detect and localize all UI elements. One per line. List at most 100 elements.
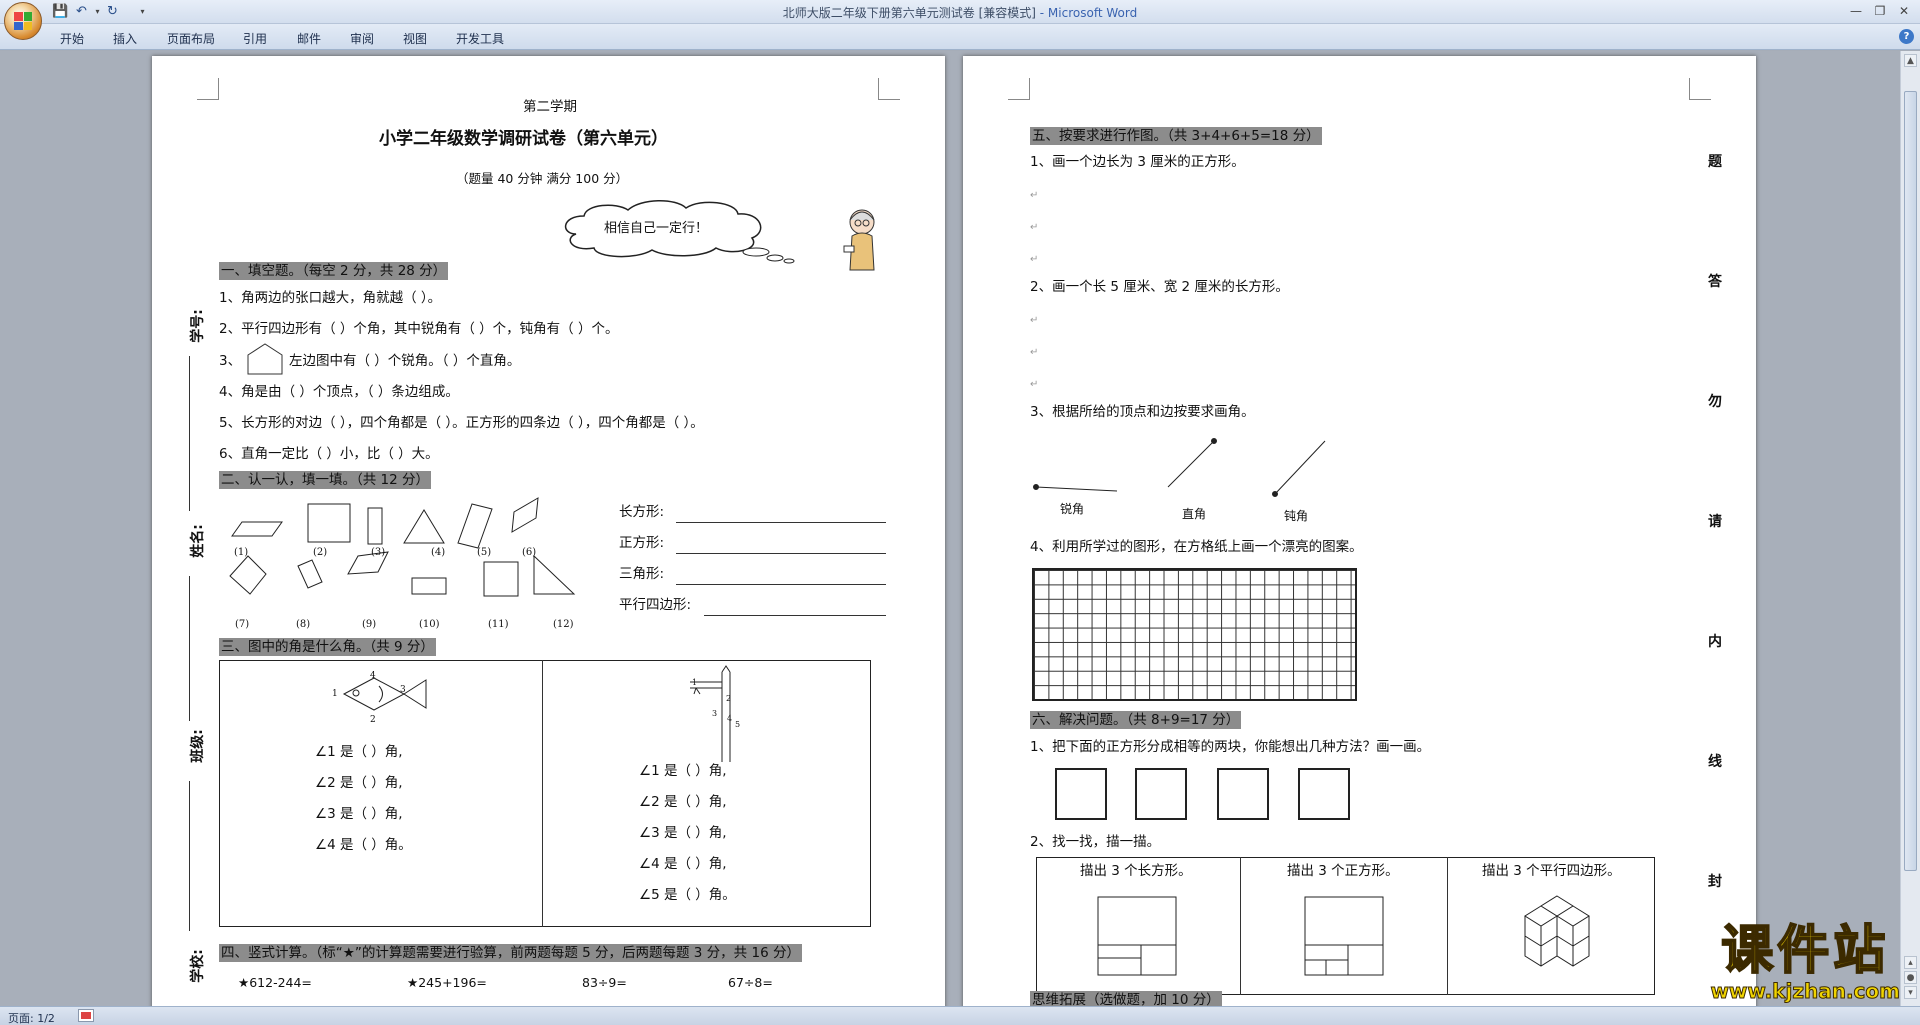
s1-question-3-text: 左边图中有（ ）个锐角。（ ）个直角。 (289, 353, 521, 369)
pole-num-3: 3 (712, 709, 718, 718)
s3-left-1: ∠1 是（ ）角, (315, 744, 403, 760)
paragraph-mark: ↵ (1030, 190, 1039, 201)
tab-home[interactable]: 开始 (60, 30, 84, 47)
tab-mailings[interactable]: 邮件 (297, 30, 321, 47)
squares-figure (1304, 896, 1384, 976)
square-4[interactable] (1298, 768, 1350, 820)
scroll-thumb[interactable] (1904, 91, 1917, 871)
shape-label-6: (6) (522, 547, 537, 558)
vertical-scrollbar[interactable]: ▲ ▴ ● ▾ (1900, 51, 1920, 1006)
shape-label-4: (4) (431, 547, 446, 558)
watermark-logo: 课件站 www.kjzhan.com (1710, 921, 1901, 1004)
fish-num-3: 3 (400, 685, 406, 695)
trace-table-divider (1447, 857, 1448, 995)
section-7-heading: 思维拓展（选做题，加 10 分） (1030, 991, 1222, 1006)
ribbon-tabs: 开始 插入 页面布局 引用 邮件 审阅 视图 开发工具 ? (0, 24, 1920, 50)
restore-icon[interactable]: ❐ (1868, 2, 1892, 20)
shape-label-1: (1) (234, 547, 249, 558)
page-title: 小学二年级数学调研试卷（第六单元） (379, 129, 668, 149)
window-title: 北师大版二年级下册第六单元测试卷 [兼容模式] - Microsoft Word (0, 4, 1920, 21)
scroll-up-icon[interactable]: ▲ (1904, 54, 1917, 67)
side-line (189, 576, 190, 721)
side-label-class: 班级: (189, 729, 206, 763)
watermark-text: 课件站 (1720, 921, 1890, 981)
page-count[interactable]: 页面: 1/2 (8, 1010, 55, 1025)
tab-review[interactable]: 审阅 (350, 30, 374, 47)
shape-label-11: (11) (488, 619, 509, 630)
next-page-icon[interactable]: ▾ (1904, 986, 1917, 999)
fill-triangle-line[interactable] (676, 584, 886, 585)
section-2-heading: 二、认一认，填一填。（共 12 分） (219, 471, 432, 489)
s1-question-6: 6、直角一定比（ ）小，比（ ）大。 (219, 446, 439, 462)
s1-question-1: 1、角两边的张口越大，角就越（ ）。 (219, 290, 442, 306)
select-browse-icon[interactable]: ● (1904, 971, 1917, 984)
crop-mark (197, 78, 219, 100)
exam-subtitle: （题量 40 分钟 满分 100 分） (456, 171, 629, 186)
crop-mark (878, 78, 900, 100)
crop-mark (1689, 78, 1711, 100)
paragraph-mark: ↵ (1030, 315, 1039, 326)
page-2[interactable]: 五、按要求进行作图。（共 3+4+6+5=18 分） 1、画一个边长为 3 厘米… (963, 56, 1756, 1006)
fill-square-label: 正方形: (619, 535, 665, 551)
shape-label-8: (8) (296, 619, 311, 630)
shape-label-2: (2) (313, 547, 328, 558)
app-name: - Microsoft Word (1035, 6, 1138, 20)
minimize-icon[interactable]: — (1844, 2, 1868, 20)
tab-page-layout[interactable]: 页面布局 (167, 30, 215, 47)
square-3[interactable] (1217, 768, 1269, 820)
term-label: 第二学期 (523, 99, 577, 115)
page-1[interactable]: 第二学期 小学二年级数学调研试卷（第六单元） （题量 40 分钟 满分 100 … (152, 56, 945, 1006)
pole-num-5: 5 (735, 720, 741, 729)
teacher-cartoon-icon (843, 209, 875, 271)
s3-left-3: ∠3 是（ ）角, (315, 806, 403, 822)
office-button[interactable] (4, 2, 42, 40)
paragraph-mark: ↵ (1030, 222, 1039, 233)
cloud-text: 相信自己一定行！ (604, 221, 709, 236)
shape-label-3: (3) (371, 547, 386, 558)
seal-char: 封 (1708, 874, 1722, 890)
side-label-name: 姓名: (189, 524, 206, 558)
s3-right-2: ∠2 是（ ）角, (639, 794, 727, 810)
tab-references[interactable]: 引用 (243, 30, 267, 47)
house-pentagon-shape (247, 343, 283, 375)
s1-question-5: 5、长方形的对边（ ），四个角都是（ ）。正方形的四条边（ ），四个角都是（ ）… (219, 415, 704, 431)
square-2[interactable] (1135, 768, 1187, 820)
s1-question-4: 4、角是由（ ）个顶点，（ ）条边组成。 (219, 384, 459, 400)
grid-paper[interactable] (1032, 568, 1357, 701)
seal-char: 请 (1708, 514, 1722, 530)
fish-num-2: 2 (370, 715, 376, 725)
s3-right-5: ∠5 是（ ）角。 (639, 887, 736, 903)
parallelograms-figure (1524, 895, 1590, 967)
s3-right-1: ∠1 是（ ）角, (639, 763, 727, 779)
paragraph-mark: ↵ (1030, 254, 1039, 265)
calc-4: 67÷8= (728, 975, 773, 990)
trace-cell-parallelograms: 描出 3 个平行四边形。 (1482, 863, 1621, 879)
s5-question-2: 2、画一个长 5 厘米、宽 2 厘米的长方形。 (1030, 279, 1289, 295)
fill-square-line[interactable] (676, 553, 886, 554)
fish-figure (342, 677, 427, 711)
square-1[interactable] (1055, 768, 1107, 820)
document-area[interactable]: 第二学期 小学二年级数学调研试卷（第六单元） （题量 40 分钟 满分 100 … (0, 51, 1900, 1006)
tab-insert[interactable]: 插入 (113, 30, 137, 47)
tab-view[interactable]: 视图 (403, 30, 427, 47)
shape-label-10: (10) (419, 619, 440, 630)
help-icon[interactable]: ? (1899, 29, 1914, 44)
fill-parallelogram-line[interactable] (704, 615, 886, 616)
s5-question-4: 4、利用所学过的图形，在方格纸上画一个漂亮的图案。 (1030, 539, 1363, 555)
pole-num-1: 1 (692, 678, 698, 687)
fill-rectangle-line[interactable] (676, 522, 886, 523)
s6-question-2: 2、找一找，描一描。 (1030, 834, 1161, 850)
close-icon[interactable]: ✕ (1892, 2, 1916, 20)
prev-page-icon[interactable]: ▴ (1904, 956, 1917, 969)
section-3-heading: 三、图中的角是什么角。（共 9 分） (219, 638, 436, 656)
calc-3: 83÷9= (582, 975, 627, 990)
tab-developer[interactable]: 开发工具 (456, 30, 504, 47)
side-line (189, 781, 190, 931)
s1-question-3: 3、 (219, 353, 242, 369)
section-6-heading: 六、解决问题。（共 8+9=17 分） (1030, 711, 1242, 729)
fill-parallelogram-label: 平行四边形: (619, 597, 692, 613)
pole-num-2: 2 (726, 694, 732, 703)
s5-question-3: 3、根据所给的顶点和边按要求画角。 (1030, 404, 1255, 420)
s5-question-1: 1、画一个边长为 3 厘米的正方形。 (1030, 154, 1245, 170)
proofing-icon[interactable] (78, 1009, 94, 1022)
